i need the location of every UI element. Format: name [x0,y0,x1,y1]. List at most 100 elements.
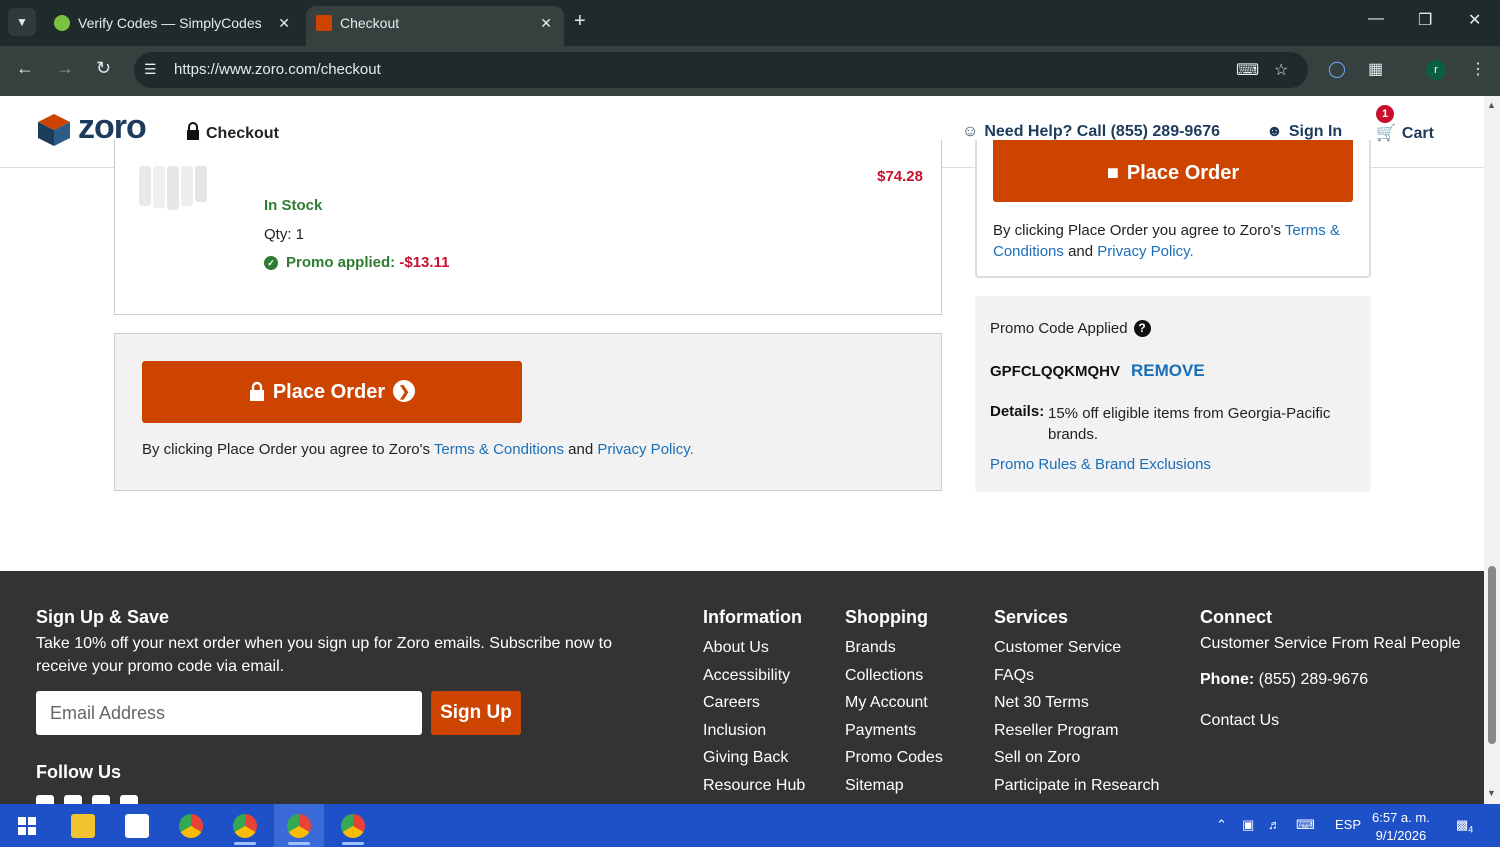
footer-link-promo-codes[interactable]: Promo Codes [845,749,943,767]
volume-muted-icon[interactable]: ♬ [1268,817,1281,832]
taskbar-clock[interactable]: 6:57 a. m. 9/1/2026 [1372,809,1430,845]
item-quantity: Qty: 1 [264,226,305,243]
chrome-icon[interactable] [166,804,216,847]
promo-details-text: 15% off eligible items from Georgia-Paci… [1048,405,1331,443]
email-input[interactable]: Email Address [36,691,422,735]
footer-link-brands[interactable]: Brands [845,639,896,657]
scroll-thumb[interactable] [1488,566,1496,744]
forward-icon[interactable]: → [56,58,74,79]
help-text[interactable]: Need Help? Call (855) 289-9676 [984,123,1220,140]
product-image[interactable] [137,166,209,210]
file-explorer-icon[interactable] [58,804,108,847]
zoro-logo-icon[interactable] [36,112,72,148]
footer-link-my-account[interactable]: My Account [845,694,928,712]
chrome-profile-f-icon[interactable] [328,804,378,847]
linkedin-icon[interactable] [92,795,110,804]
chrome-profile-p-icon[interactable] [220,804,270,847]
help-question-icon[interactable]: ? [1133,320,1151,337]
footer-link-giving-back[interactable]: Giving Back [703,749,788,767]
sign-in-label[interactable]: Sign In [1289,123,1342,140]
tab-simplycodes[interactable]: Verify Codes — SimplyCodes ✕ [44,6,302,46]
running-indicator [342,842,364,845]
footer-link-participate-research[interactable]: Participate in Research [994,777,1159,795]
place-order-terms: By clicking Place Order you agree to Zor… [142,441,694,458]
browser-menu-icon[interactable]: ⋮ [1470,59,1486,79]
sign-in-link[interactable]: ☻ Sign In [1266,123,1342,141]
cart-label[interactable]: Cart [1402,125,1434,142]
notification-center-icon[interactable]: ▩4 [1456,817,1473,835]
extensions-puzzle-icon[interactable]: ▦ [1368,59,1383,79]
privacy-policy-link[interactable]: Privacy Policy. [597,441,693,458]
profile-avatar[interactable]: r [1426,60,1446,80]
clock-date: 9/1/2026 [1375,828,1427,843]
terms-prefix: By clicking Place Order you agree to Zor… [142,441,430,458]
place-order-label[interactable]: Place Order [273,381,385,403]
footer-link-customer-service[interactable]: Customer Service [994,639,1121,657]
keyboard-icon[interactable]: ⌨ [1296,817,1315,833]
close-tab-icon[interactable]: ✕ [540,6,552,40]
sign-up-button[interactable]: Sign Up [431,691,521,735]
address-bar[interactable]: ☰ https://www.zoro.com/checkout ⌨ ☆ [134,52,1308,88]
footer-link-resource-hub[interactable]: Resource Hub [703,777,805,795]
remove-promo-button[interactable]: REMOVE [1131,361,1205,381]
instagram-icon[interactable] [120,795,138,804]
close-window-icon[interactable]: ✕ [1468,10,1481,30]
privacy-policy-link[interactable]: Privacy Policy. [1097,243,1193,260]
tab-checkout[interactable]: Checkout ✕ [306,6,564,46]
scroll-up-icon[interactable]: ▲ [1487,100,1496,110]
restore-icon[interactable]: ❐ [1418,10,1432,30]
phone-number[interactable]: (855) 289-9676 [1259,671,1368,688]
place-order-button[interactable]: Place Order ❯ [142,361,522,423]
follow-us-heading: Follow Us [36,762,121,782]
scroll-down-icon[interactable]: ▼ [1487,788,1496,798]
new-tab-icon[interactable]: + [574,10,586,33]
footer-link-about-us[interactable]: About Us [703,639,769,657]
site-info-icon[interactable]: ☰ [144,61,157,78]
chrome-profile-r-icon[interactable] [274,804,324,847]
terms-conditions-link[interactable]: Terms & Conditions [434,441,564,458]
stock-status: In Stock [264,197,323,214]
footer-link-faqs[interactable]: FAQs [994,667,1034,685]
connect-phone[interactable]: Phone: (855) 289-9676 [1200,671,1368,689]
page-scrollbar[interactable]: ▲ ▼ [1484,96,1500,804]
footer-link-reseller-program[interactable]: Reseller Program [994,722,1118,740]
summary-place-order-label[interactable]: Place Order [1127,162,1239,184]
footer-link-accessibility[interactable]: Accessibility [703,667,790,685]
footer-link-inclusion[interactable]: Inclusion [703,722,766,740]
show-hidden-icons-icon[interactable]: ⌃ [1216,817,1227,833]
footer-link-payments[interactable]: Payments [845,722,916,740]
translate-icon[interactable]: ⌨ [1236,60,1259,80]
summary-place-order-button[interactable]: ■ Place Order [993,140,1353,202]
services-heading: Services [994,607,1069,627]
url-text[interactable]: https://www.zoro.com/checkout [174,61,381,78]
cart-icon: 🛒 [1376,125,1396,142]
order-summary-card: ■ Place Order By clicking Place Order you… [975,140,1371,278]
help-phone-link[interactable]: ☺ Need Help? Call (855) 289-9676 [962,123,1220,141]
footer-link-sitemap[interactable]: Sitemap [845,777,904,795]
minimize-icon[interactable]: — [1368,10,1384,28]
footer-link-sell-on-zoro[interactable]: Sell on Zoro [994,749,1080,767]
close-tab-icon[interactable]: ✕ [278,6,290,40]
bookmark-star-icon[interactable]: ☆ [1274,60,1288,80]
start-button[interactable] [2,804,52,847]
reload-icon[interactable]: ↻ [96,58,111,79]
signup-text: Take 10% off your next order when you si… [36,635,613,675]
promo-rules-link[interactable]: Promo Rules & Brand Exclusions [990,456,1211,473]
item-price: $74.28 [877,168,923,185]
store-icon[interactable] [112,804,162,847]
signup-heading: Sign Up & Save [36,607,170,627]
footer-link-net-30-terms[interactable]: Net 30 Terms [994,694,1089,712]
footer-link-collections[interactable]: Collections [845,667,923,685]
input-language[interactable]: ESP [1335,817,1361,832]
cart-link[interactable]: 🛒 Cart [1376,123,1434,143]
footer-link-careers[interactable]: Careers [703,694,760,712]
network-icon[interactable]: ▣ [1242,817,1254,833]
site-footer: Sign Up & Save Take 10% off your next or… [0,571,1484,804]
back-icon[interactable]: ← [16,58,34,79]
order-item-card: $74.28 In Stock Qty: 1 ✓ Promo applied: -… [114,140,942,315]
tab-search-button[interactable]: ▼ [8,8,36,36]
youtube-icon[interactable] [64,795,82,804]
contact-us-link[interactable]: Contact Us [1200,712,1279,730]
shield-extension-icon[interactable]: ◯ [1328,59,1346,79]
facebook-icon[interactable] [36,795,54,804]
